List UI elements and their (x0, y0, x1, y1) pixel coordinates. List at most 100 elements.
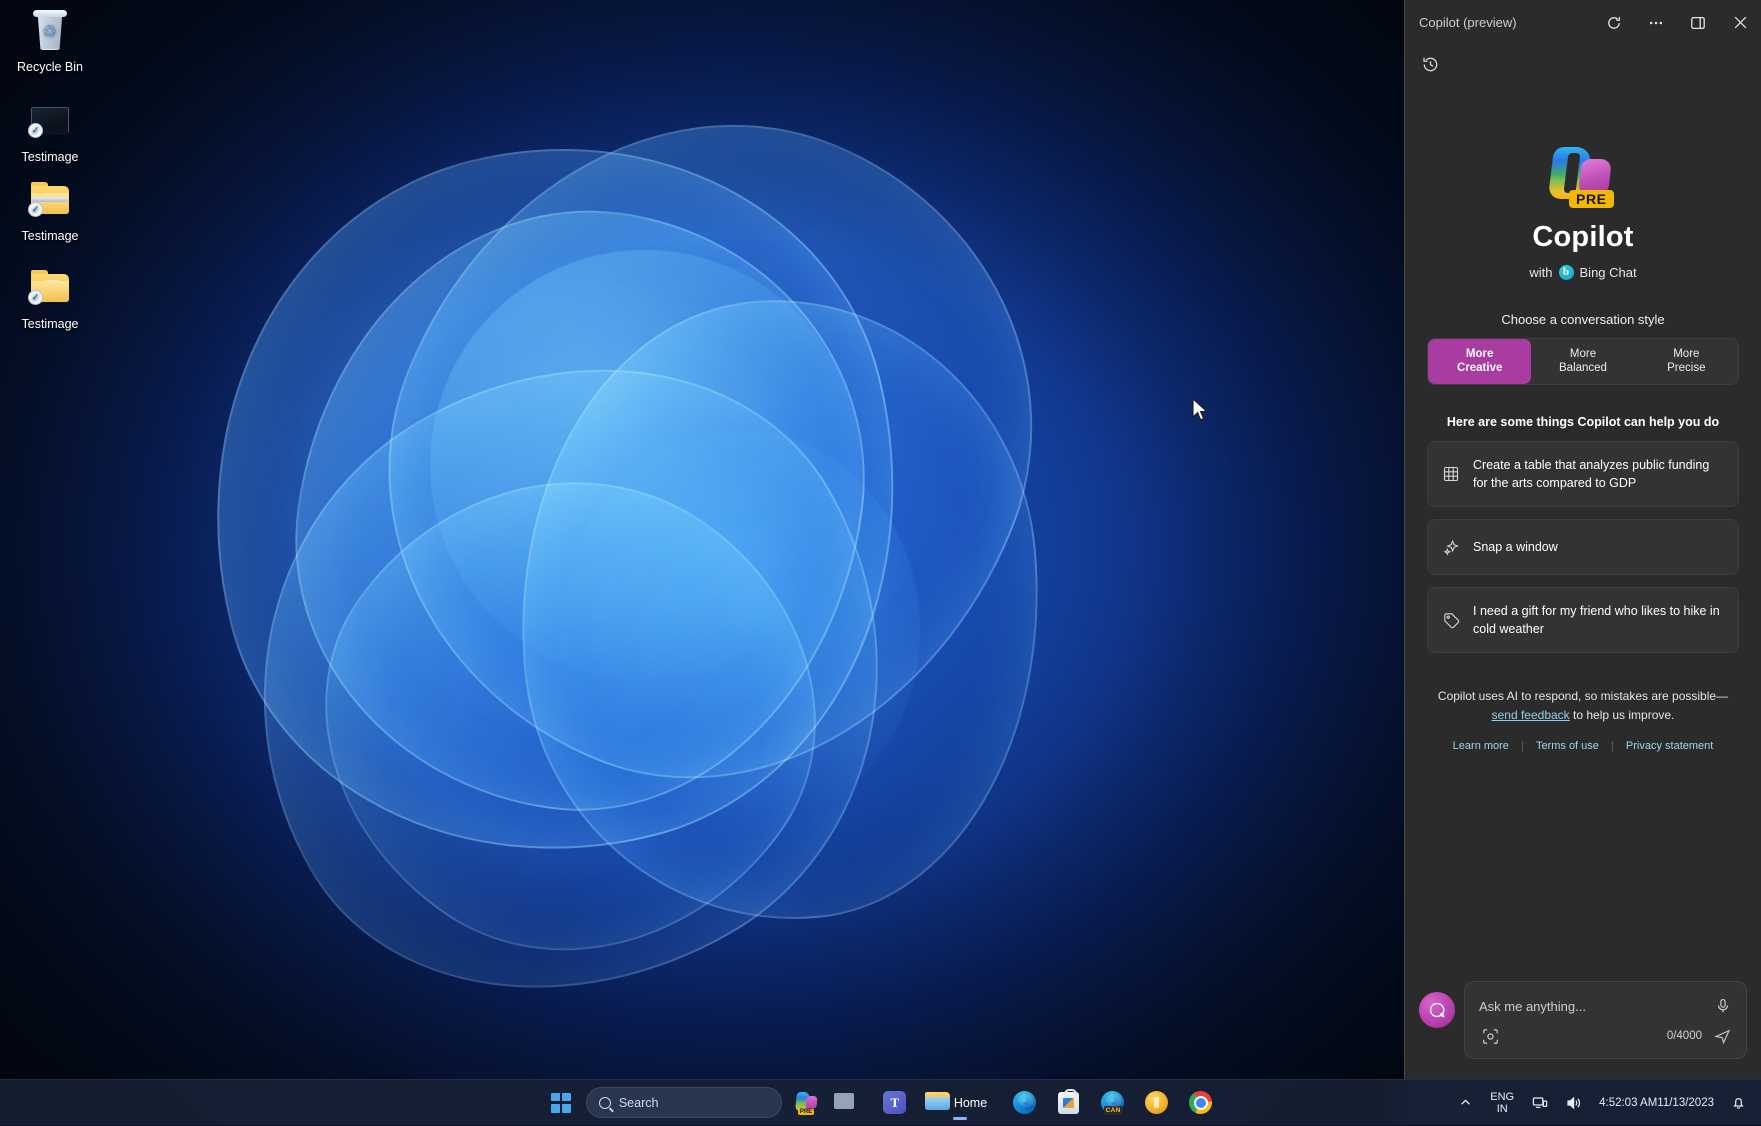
character-counter: 0/4000 (1667, 1030, 1702, 1042)
system-tray: ENG IN 4:52:03 AM 11/13/2023 (1452, 1080, 1753, 1126)
conversation-style-label: Choose a conversation style (1427, 312, 1739, 327)
learn-more-link[interactable]: Learn more (1440, 740, 1522, 752)
history-icon[interactable] (1415, 49, 1445, 79)
desktop-icon-label: Testimage (2, 228, 98, 245)
microphone-icon[interactable] (1712, 995, 1734, 1017)
style-line2: Creative (1430, 361, 1529, 375)
style-line1: More (1430, 347, 1529, 361)
copilot-icon: PRE (795, 1091, 819, 1114)
bing-chat-label: Bing Chat (1580, 265, 1637, 280)
copilot-title: Copilot (preview) (1419, 15, 1593, 30)
style-line2: Precise (1637, 361, 1736, 375)
edge-icon (1013, 1091, 1036, 1114)
clock[interactable]: 4:52:03 AM 11/13/2023 (1593, 1085, 1720, 1121)
refresh-icon[interactable] (1593, 1, 1635, 45)
taskbar-item-chrome[interactable] (1181, 1084, 1219, 1122)
copilot-input-row (1465, 982, 1746, 1021)
desktop-icon-testimage-zip[interactable]: ✓ Testimage (2, 177, 98, 245)
suggestions-label: Here are some things Copilot can help yo… (1427, 415, 1739, 429)
style-button-more-precise[interactable]: More Precise (1635, 339, 1738, 384)
taskbar[interactable]: Search PRE T Home (0, 1079, 1761, 1125)
canary-badge: CAN (1104, 1106, 1123, 1115)
file-explorer-icon (925, 1090, 951, 1116)
taskbar-item-store[interactable] (1049, 1084, 1087, 1122)
store-icon (1058, 1092, 1079, 1114)
send-icon[interactable] (1710, 1025, 1734, 1047)
chevron-up-icon[interactable] (1452, 1085, 1479, 1121)
bing-icon: b (1559, 265, 1574, 280)
desktop-icon-testimage-file[interactable]: ✓ Testimage (2, 98, 98, 166)
desktop-icon-recycle-bin[interactable]: ♲ Recycle Bin (2, 8, 98, 76)
copilot-brand: PRE Copilot with b Bing Chat (1427, 145, 1739, 280)
visual-search-icon[interactable] (1479, 1025, 1501, 1047)
suggestion-card-gift-idea[interactable]: I need a gift for my friend who likes to… (1427, 587, 1739, 653)
suggestion-text: Create a table that analyzes public fund… (1473, 456, 1724, 492)
recycle-bin-icon: ♲ (25, 8, 75, 54)
with-prefix: with (1529, 265, 1552, 280)
style-button-more-creative[interactable]: More Creative (1428, 339, 1531, 384)
close-icon[interactable] (1719, 1, 1761, 45)
more-options-icon[interactable] (1635, 1, 1677, 45)
desktop[interactable]: ♲ Recycle Bin ✓ Testimage ✓ Testimage ✓ … (0, 0, 1404, 1125)
notification-bell-icon[interactable] (1724, 1085, 1753, 1121)
table-grid-icon (1442, 465, 1460, 483)
windows-logo-icon (551, 1093, 571, 1113)
edge-canary-icon: CAN (1101, 1091, 1124, 1114)
preview-badge: PRE (1569, 190, 1614, 208)
language-indicator[interactable]: ENG IN (1483, 1085, 1521, 1121)
taskbar-item-file-explorer[interactable]: Home (920, 1084, 999, 1122)
suggestion-card-create-table[interactable]: Create a table that analyzes public fund… (1427, 441, 1739, 507)
taskbar-item-label: Home (954, 1096, 987, 1110)
copilot-composer: 0/4000 (1405, 969, 1761, 1079)
task-view-icon (838, 1090, 864, 1116)
new-topic-icon[interactable] (1419, 992, 1455, 1028)
chrome-icon (1189, 1091, 1212, 1114)
search-icon (599, 1097, 611, 1109)
copilot-logo-icon: PRE (1547, 145, 1619, 211)
search-placeholder: Search (619, 1096, 659, 1110)
taskbar-item-task-view[interactable] (832, 1084, 870, 1122)
copilot-titlebar: Copilot (preview) (1405, 0, 1761, 45)
amber-app-icon (1145, 1091, 1168, 1114)
volume-icon[interactable] (1559, 1085, 1589, 1121)
copilot-body: PRE Copilot with b Bing Chat Choose a co… (1405, 83, 1761, 969)
taskbar-search-box[interactable]: Search (586, 1087, 782, 1118)
taskbar-item-teams[interactable]: T (876, 1084, 914, 1122)
send-feedback-link[interactable]: send feedback (1492, 708, 1570, 722)
taskbar-item-edge[interactable] (1005, 1084, 1043, 1122)
sparkle-icon (1442, 538, 1460, 556)
privacy-statement-link[interactable]: Privacy statement (1613, 740, 1726, 752)
zipped-folder-icon: ✓ (25, 177, 75, 223)
style-line1: More (1637, 347, 1736, 361)
style-line2: Balanced (1533, 361, 1632, 375)
start-button[interactable] (542, 1084, 580, 1122)
wallpaper-vignette (0, 0, 1404, 1125)
clock-time: 4:52:03 AM (1599, 1096, 1657, 1110)
suggestions-list: Create a table that analyzes public fund… (1427, 441, 1739, 653)
conversation-style-group: More Creative More Balanced More Precise (1427, 338, 1739, 385)
copilot-disclaimer: Copilot uses AI to respond, so mistakes … (1427, 687, 1739, 725)
media-folder-icon: ✓ (25, 265, 75, 311)
taskbar-item-amber-app[interactable] (1137, 1084, 1175, 1122)
taskbar-item-edge-canary[interactable]: CAN (1093, 1084, 1131, 1122)
copilot-panel[interactable]: Copilot (preview) (1404, 0, 1761, 1079)
language-line1: ENG (1490, 1091, 1514, 1103)
suggestion-text: Snap a window (1473, 538, 1558, 556)
disclaimer-part2: to help us improve. (1570, 708, 1675, 722)
terms-of-use-link[interactable]: Terms of use (1523, 740, 1612, 752)
copilot-subtitle: with b Bing Chat (1529, 265, 1636, 280)
desktop-icon-label: Testimage (2, 149, 98, 166)
desktop-icon-testimage-folder[interactable]: ✓ Testimage (2, 265, 98, 333)
copilot-name: Copilot (1532, 221, 1633, 254)
preview-badge: PRE (798, 1109, 814, 1115)
taskbar-item-copilot[interactable]: PRE (788, 1084, 826, 1122)
split-pane-icon[interactable] (1677, 1, 1719, 45)
language-line2: IN (1490, 1103, 1514, 1115)
copilot-chat-input[interactable] (1479, 999, 1704, 1014)
desktop-icon-label: Recycle Bin (2, 59, 98, 76)
copilot-input-container[interactable]: 0/4000 (1464, 981, 1747, 1059)
suggestion-card-snap-a-window[interactable]: Snap a window (1427, 519, 1739, 575)
disclaimer-part1: Copilot uses AI to respond, so mistakes … (1438, 689, 1728, 703)
network-icon[interactable] (1525, 1085, 1555, 1121)
style-button-more-balanced[interactable]: More Balanced (1531, 339, 1634, 384)
